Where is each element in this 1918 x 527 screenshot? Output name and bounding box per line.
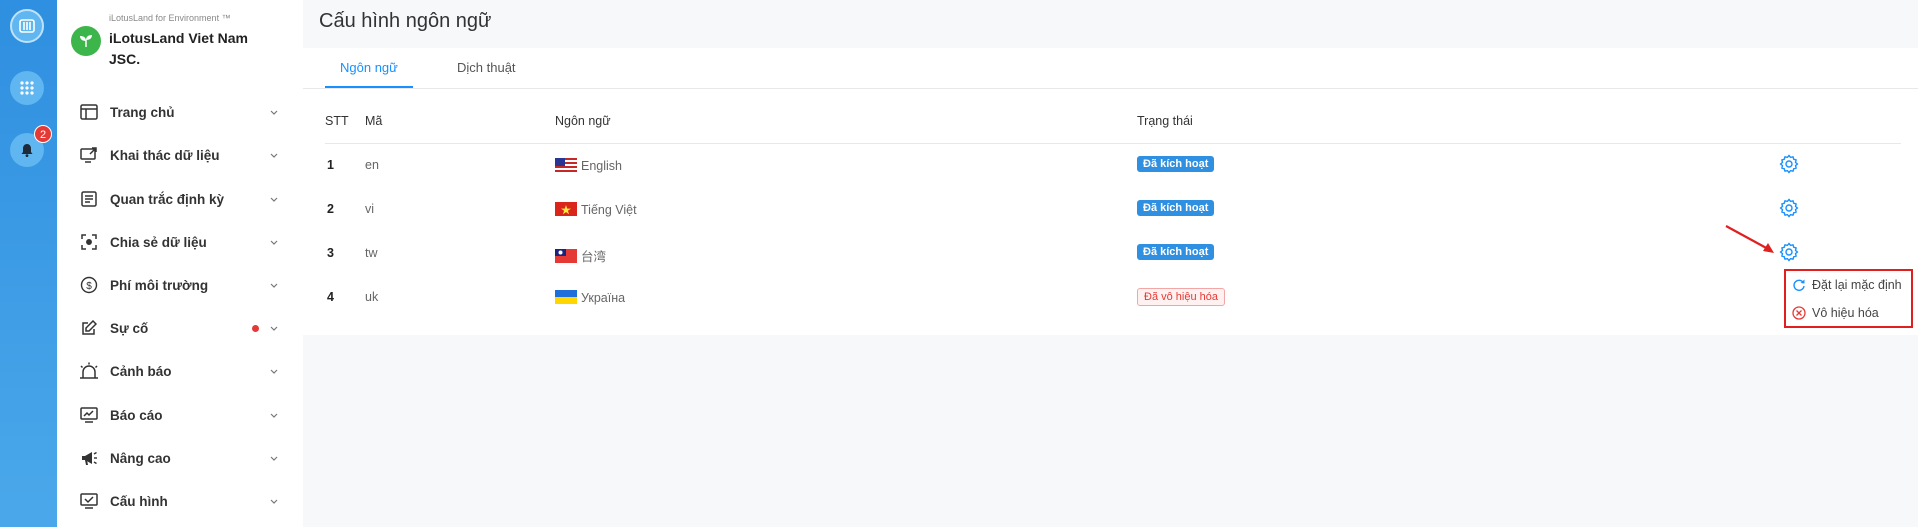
document-list-icon (79, 189, 99, 209)
language-name: English (581, 159, 622, 173)
sidebar-item-label: Chia sẻ dữ liệu (110, 234, 207, 250)
app-logo-icon[interactable] (10, 9, 44, 43)
table-cell-language: Україна (555, 290, 625, 305)
gear-icon[interactable] (1779, 242, 1799, 262)
active-tab-indicator (325, 86, 413, 88)
incident-alert-dot (252, 324, 259, 332)
table-cell-language: English (555, 158, 622, 173)
status-badge: Đã kích hoạt (1137, 156, 1215, 172)
layout-icon (79, 102, 99, 122)
ua-flag-icon (555, 290, 577, 304)
sidebar-item-label: Quan trắc định kỳ (110, 191, 225, 207)
language-name: Tiếng Việt (581, 203, 637, 217)
sidebar-item-incident[interactable]: Sự cố (57, 308, 303, 348)
disable-menu-item[interactable]: Vô hiệu hóa (1792, 303, 1879, 323)
table-cell-code: en (365, 158, 379, 172)
megaphone-icon (79, 448, 99, 468)
status-badge: Đã kích hoạt (1137, 244, 1215, 260)
column-header-status: Trạng thái (1137, 114, 1193, 128)
chevron-down-icon (269, 410, 279, 420)
chevron-down-icon (269, 237, 279, 247)
sidebar-item-label: Nâng cao (110, 450, 171, 466)
chevron-down-icon (269, 366, 279, 376)
column-header-language: Ngôn ngữ (555, 114, 611, 128)
reload-icon (1793, 279, 1805, 291)
table-cell-language: 台湾 (555, 246, 606, 265)
sidebar-item-label: Báo cáo (110, 407, 163, 423)
sidebar-item-environment-fee[interactable]: $ Phí môi trường (57, 265, 303, 305)
sidebar-item-label: Cảnh báo (110, 363, 172, 379)
edit-icon (79, 318, 99, 338)
menu-item-label: Đặt lại mặc định (1812, 278, 1902, 292)
page-title: Cấu hình ngôn ngữ (319, 10, 492, 32)
column-header-code: Mã (365, 114, 383, 128)
table-cell-stt: 1 (327, 158, 334, 172)
table-cell-code: tw (365, 246, 378, 260)
focus-share-icon (79, 232, 99, 252)
language-name: 台湾 (581, 250, 607, 264)
monitor-report-icon (79, 405, 99, 425)
sidebar-item-label: Phí môi trường (110, 277, 209, 293)
sidebar-item-data-mining[interactable]: Khai thác dữ liệu (57, 135, 303, 175)
brand-name: iLotusLand Viet Nam JSC. (109, 30, 248, 67)
sidebar-item-settings[interactable]: Cấu hình (57, 481, 303, 521)
dollar-coin-icon: $ (79, 275, 99, 295)
sidebar-item-data-sharing[interactable]: Chia sẻ dữ liệu (57, 222, 303, 262)
sidebar: iLotusLand for Environment ™ iLotusLand … (57, 0, 303, 527)
status-badge: Đã kích hoạt (1137, 200, 1215, 216)
brand: iLotusLand for Environment ™ iLotusLand … (71, 10, 291, 70)
sidebar-item-advanced[interactable]: Nâng cao (57, 438, 303, 478)
column-header-stt: STT (325, 114, 349, 128)
chevron-down-icon (269, 453, 279, 463)
sidebar-item-label: Trang chủ (110, 104, 175, 120)
table-cell-language: Tiếng Việt (555, 202, 637, 217)
tab-translations[interactable]: Dịch thuật (457, 60, 516, 75)
status-badge: Đã vô hiệu hóa (1137, 288, 1225, 306)
app-rail: 2 (0, 0, 57, 527)
sidebar-item-report[interactable]: Báo cáo (57, 395, 303, 435)
monitor-settings-icon (79, 491, 99, 511)
gear-icon[interactable] (1779, 198, 1799, 218)
chevron-down-icon (269, 280, 279, 290)
brand-logo-icon (71, 26, 101, 56)
alarm-siren-icon (79, 361, 99, 381)
sidebar-item-label: Khai thác dữ liệu (110, 147, 220, 163)
table-cell-code: uk (365, 290, 379, 304)
tab-bar: Ngôn ngữ Dịch thuật (303, 48, 1918, 89)
sidebar-item-label: Sự cố (110, 320, 149, 336)
brand-subtitle: iLotusLand for Environment ™ (109, 13, 231, 23)
tw-flag-icon (555, 249, 577, 263)
vn-flag-icon (555, 202, 577, 216)
menu-item-label: Vô hiệu hóa (1812, 306, 1879, 320)
table-header-divider (325, 143, 1901, 144)
sidebar-item-warning[interactable]: Cảnh báo (57, 351, 303, 391)
language-name: Україна (581, 291, 626, 305)
sidebar-item-periodic-monitoring[interactable]: Quan trắc định kỳ (57, 179, 303, 219)
gear-icon[interactable] (1779, 154, 1799, 174)
reset-default-menu-item[interactable]: Đặt lại mặc định (1792, 275, 1902, 295)
close-circle-icon (1792, 306, 1806, 320)
annotation-arrow-icon (1725, 225, 1774, 253)
svg-text:$: $ (86, 281, 92, 292)
language-panel: Ngôn ngữ Dịch thuật STT Mã Ngôn ngữ Trạn… (303, 48, 1918, 335)
table-cell-code: vi (365, 202, 375, 216)
us-flag-icon (555, 158, 577, 172)
main-content: Cấu hình ngôn ngữ Ngôn ngữ Dịch thuật ST… (303, 0, 1918, 527)
sidebar-item-label: Cấu hình (110, 493, 168, 509)
monitor-export-icon (79, 145, 99, 165)
chevron-down-icon (269, 323, 279, 333)
table-cell-stt: 2 (327, 202, 334, 216)
chevron-down-icon (269, 150, 279, 160)
table-cell-stt: 4 (327, 290, 334, 304)
chevron-down-icon (269, 194, 279, 204)
apps-grid-icon[interactable] (10, 71, 44, 105)
tab-languages[interactable]: Ngôn ngữ (340, 60, 398, 75)
row-actions-dropdown: Đặt lại mặc định Vô hiệu hóa (1784, 269, 1913, 328)
sidebar-item-home[interactable]: Trang chủ (57, 92, 303, 132)
notification-count-badge: 2 (34, 125, 52, 143)
table-cell-stt: 3 (327, 246, 334, 260)
chevron-down-icon (269, 107, 279, 117)
chevron-down-icon (269, 496, 279, 506)
